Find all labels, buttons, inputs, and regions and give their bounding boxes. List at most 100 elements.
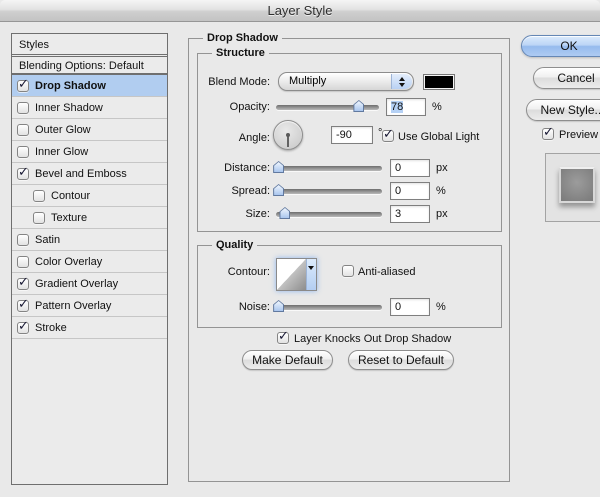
contour-picker[interactable] [276, 258, 317, 291]
style-label: Color Overlay [35, 256, 102, 268]
style-checkbox[interactable] [17, 256, 29, 268]
style-checkbox[interactable] [17, 168, 29, 180]
style-row[interactable]: Drop Shadow [12, 75, 167, 97]
slider-thumb[interactable] [273, 300, 284, 312]
new-style-button[interactable]: New Style... [526, 99, 600, 121]
styles-panel: Styles Blending Options: Default Drop Sh… [11, 33, 168, 485]
spread-label: Spread: [198, 185, 270, 197]
reset-to-default-button[interactable]: Reset to Default [348, 350, 454, 370]
cancel-button[interactable]: Cancel [533, 67, 600, 89]
quality-group-title: Quality [212, 238, 257, 252]
contour-thumbnail[interactable] [277, 259, 306, 290]
make-default-button[interactable]: Make Default [242, 350, 333, 370]
slider-thumb[interactable] [279, 207, 290, 219]
size-input[interactable]: 3 [390, 205, 430, 223]
use-global-light-checkbox[interactable] [382, 130, 394, 142]
style-checkbox[interactable] [33, 212, 45, 224]
style-checkbox[interactable] [17, 80, 29, 92]
style-checkbox[interactable] [17, 234, 29, 246]
size-slider[interactable] [276, 208, 382, 221]
contour-label: Contour: [198, 266, 270, 278]
opacity-slider[interactable] [276, 101, 379, 114]
window-titlebar[interactable]: Layer Style [0, 0, 600, 22]
ok-button[interactable]: OK [521, 35, 600, 57]
style-row[interactable]: Gradient Overlay [12, 273, 167, 295]
style-checkbox[interactable] [17, 278, 29, 290]
style-checkbox[interactable] [33, 190, 45, 202]
preview-swatch [559, 167, 595, 203]
style-row[interactable]: Inner Shadow [12, 97, 167, 119]
style-row[interactable]: Texture [12, 207, 167, 229]
contour-dropdown-strip[interactable] [306, 259, 317, 290]
angle-dial[interactable] [273, 120, 303, 150]
spread-unit-label: % [436, 185, 446, 197]
style-label: Satin [35, 234, 60, 246]
noise-input[interactable]: 0 [390, 298, 430, 316]
opacity-input[interactable]: 78 [386, 98, 426, 116]
quality-group: Quality Contour: Anti-aliased Noise: 0 % [197, 245, 502, 328]
style-checkbox[interactable] [17, 124, 29, 136]
slider-track[interactable] [276, 305, 382, 310]
shadow-color-swatch[interactable] [423, 74, 455, 90]
style-label: Bevel and Emboss [35, 168, 127, 180]
style-label: Stroke [35, 322, 67, 334]
style-row[interactable]: Contour [12, 185, 167, 207]
style-row[interactable]: Pattern Overlay [12, 295, 167, 317]
stepper-arrows-icon [391, 74, 412, 89]
structure-group-title: Structure [212, 46, 269, 60]
preview-checkbox[interactable] [542, 128, 554, 140]
spread-slider[interactable] [276, 185, 382, 198]
noise-unit-label: % [436, 301, 446, 313]
style-checkbox[interactable] [17, 146, 29, 158]
preview-panel [545, 153, 600, 222]
size-unit-label: px [436, 208, 448, 220]
slider-track[interactable] [276, 212, 382, 217]
angle-label: Angle: [198, 132, 270, 144]
distance-slider[interactable] [276, 162, 382, 175]
style-row[interactable]: Color Overlay [12, 251, 167, 273]
anti-aliased-checkbox[interactable] [342, 265, 354, 277]
style-label: Inner Glow [35, 146, 88, 158]
style-checkbox[interactable] [17, 300, 29, 312]
anti-aliased-label: Anti-aliased [358, 266, 415, 278]
style-row[interactable]: Bevel and Emboss [12, 163, 167, 185]
slider-track[interactable] [276, 166, 382, 171]
style-row[interactable]: Stroke [12, 317, 167, 339]
slider-thumb[interactable] [353, 100, 364, 112]
style-label: Drop Shadow [35, 80, 106, 92]
preview-label: Preview [559, 129, 598, 141]
structure-group: Structure Blend Mode: Multiply Opacity: … [197, 53, 502, 232]
style-row[interactable]: Inner Glow [12, 141, 167, 163]
spread-input[interactable]: 0 [390, 182, 430, 200]
noise-slider[interactable] [276, 301, 382, 314]
style-row[interactable]: Satin [12, 229, 167, 251]
blend-mode-label: Blend Mode: [198, 76, 270, 88]
knockout-checkbox[interactable] [277, 332, 289, 344]
style-label: Outer Glow [35, 124, 91, 136]
angle-hub-icon [286, 133, 290, 137]
distance-input[interactable]: 0 [390, 159, 430, 177]
blend-mode-select[interactable]: Multiply [278, 72, 414, 91]
slider-thumb[interactable] [273, 184, 284, 196]
style-checkbox[interactable] [17, 102, 29, 114]
style-row[interactable]: Outer Glow [12, 119, 167, 141]
style-label: Contour [51, 190, 90, 202]
layer-style-dialog: Layer Style Styles Blending Options: Def… [0, 0, 600, 497]
style-checkbox[interactable] [17, 322, 29, 334]
arrow-up-icon [399, 77, 405, 81]
opacity-value: 78 [391, 101, 403, 113]
style-label: Inner Shadow [35, 102, 103, 114]
contour-dropdown-arrow-icon [308, 266, 314, 270]
drop-shadow-group-title: Drop Shadow [203, 31, 282, 45]
use-global-light-label: Use Global Light [398, 131, 479, 143]
blending-options-row[interactable]: Blending Options: Default [12, 57, 167, 75]
knockout-label: Layer Knocks Out Drop Shadow [294, 333, 451, 345]
style-label: Pattern Overlay [35, 300, 111, 312]
distance-unit-label: px [436, 162, 448, 174]
size-label: Size: [198, 208, 270, 220]
slider-track[interactable] [276, 189, 382, 194]
slider-thumb[interactable] [273, 161, 284, 173]
style-label: Gradient Overlay [35, 278, 118, 290]
angle-input[interactable]: -90 [331, 126, 373, 144]
drop-shadow-group: Drop Shadow Structure Blend Mode: Multip… [188, 38, 510, 482]
